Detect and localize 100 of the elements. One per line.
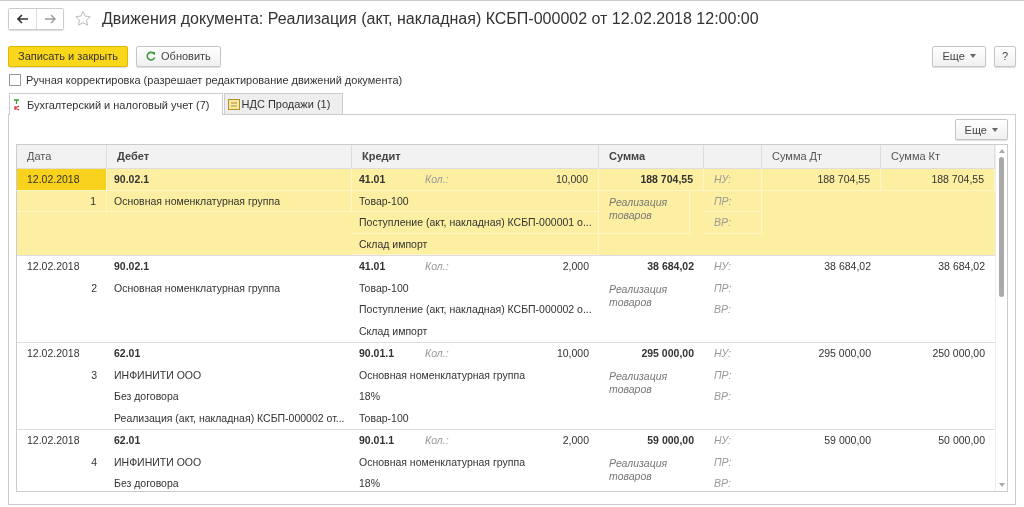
table-cell-text: 59 000,00 (823, 433, 872, 448)
table-cell: 188 704,55 (881, 169, 995, 191)
table-cell-text: Без договора (113, 476, 180, 491)
scroll-up-icon[interactable] (998, 149, 1005, 153)
table-cell-text: 295 000,00 (817, 346, 872, 361)
table-cell: 12.02.2018 (17, 169, 107, 191)
column-header: Сумма (599, 145, 704, 168)
table-cell-text: 295 000,00 (640, 346, 695, 361)
back-arrow-icon (16, 14, 29, 24)
table-cell-text: 90.02.1 (113, 259, 151, 274)
table-cell-text: ПР: (713, 367, 733, 383)
table-cell-text: 250 000,00 (931, 346, 986, 361)
table-cell-text: НУ: (713, 259, 732, 274)
register-icon (227, 98, 240, 110)
table-cell-text: 62.01 (113, 346, 142, 361)
credit-account: 41.01 (359, 259, 387, 274)
table-cell-text: 50 000,00 (937, 433, 986, 448)
table-cell: Товар-100 (352, 190, 599, 212)
table-cell-text: Реализация товаров (608, 281, 669, 310)
table-cell: ВР: (704, 212, 762, 234)
table-cell-text: 38 684,02 (823, 259, 872, 274)
table-cell: Склад импорт (352, 233, 599, 255)
quantity-label: Кол.: (425, 259, 449, 274)
table-cell-text: Товар-100 (358, 280, 410, 296)
table-cell-text: Склад импорт (358, 323, 429, 339)
table-cell-text: 38 684,02 (937, 259, 986, 274)
table-cell-text: Реализация товаров (608, 368, 669, 397)
table-cell-text: Товар-100 (358, 410, 410, 426)
table-cell-text: Основная номенклатурная группа (358, 367, 526, 383)
table-cell-text: 38 684,02 (646, 259, 695, 274)
table-cell-text: 18% (358, 476, 381, 491)
table-cell: 1 (17, 190, 107, 212)
back-button[interactable] (9, 9, 36, 29)
table-cell-text: 2 (90, 280, 98, 296)
forward-arrow-icon (44, 14, 56, 24)
checkbox-label: Ручная корректировка (разрешает редактирование движений документа) (26, 74, 403, 86)
quantity: 10,000 (554, 171, 588, 187)
table-cell-text: 3 (90, 367, 98, 383)
tab[interactable]: НДС Продажи (1) (223, 93, 344, 114)
column-header: Дебет (107, 145, 352, 168)
table-cell: Реализация товаров (599, 190, 690, 234)
table-cell: НУ: (704, 169, 762, 191)
quantity-label: Кол.: (425, 433, 449, 448)
quantity: 10,000 (555, 346, 589, 361)
table-cell-text: 12.02.2018 (26, 346, 81, 361)
table-cell-text: 4 (90, 454, 98, 470)
table-cell-text: Реализация товаров (608, 455, 669, 484)
table-cell: 188 704,55 (599, 169, 704, 191)
column-header: Дата (17, 145, 107, 168)
table-cell-text: ВР: (713, 389, 732, 404)
table-cell-text: 18% (358, 389, 381, 404)
checkbox[interactable] (9, 74, 21, 86)
caret-icon (969, 54, 976, 58)
quantity: 2,000 (561, 433, 589, 448)
table-more-button[interactable]: Еще (954, 119, 1008, 140)
refresh-icon (146, 51, 157, 61)
table-cell-text: ВР: (713, 476, 732, 491)
table-cell-text: Без договора (113, 389, 180, 404)
credit-account: 90.01.1 (359, 346, 396, 361)
column-header: Сумма Дт (762, 145, 881, 168)
table-cell-text: Поступление (акт, накладная) КСБП-000002 о... (358, 302, 593, 317)
scrollbar[interactable] (995, 145, 1007, 491)
quantity-label: Кол.: (425, 346, 449, 361)
table-cell: 188 704,55 (762, 169, 881, 191)
table-cell-text: ВР: (713, 302, 732, 317)
more-button[interactable]: Еще (932, 45, 986, 67)
quantity: 2,000 (561, 259, 589, 274)
save-and-close-button[interactable]: Записать и закрыть (8, 45, 129, 67)
table-cell-text: ПР: (713, 280, 733, 296)
tab[interactable]: Бухгалтерский и налоговый учет (7) (9, 93, 223, 115)
table-cell-text: 59 000,00 (646, 433, 695, 448)
window-title: Движения документа: Реализация (акт, накладная) КСБП-000002 от 12.02.2018 12:00:00 (102, 10, 759, 28)
refresh-button[interactable]: Обновить (136, 45, 221, 67)
table-row[interactable]: 12.02.2018 2 90.02.1 Основная номенклатурная группа 41.01 Кол.: 2,000 Товар-100 Поступление (акт, накладная) КСБП-000002 о... Склад импорт 38 684,02 Реализация товаров НУ: ПР: ВР: 38 684,02 38 684,02 (17, 256, 995, 343)
table-cell-text: ПР: (713, 454, 733, 470)
table-cell-text: 62.01 (113, 433, 142, 448)
table-cell-text: ИНФИНИТИ ООО (113, 367, 203, 383)
table-row[interactable]: 12.02.2018 4 62.01 ИНФИНИТИ ООО Без договора 90.01.1 Кол.: 2,000 Основная номенклатурная группа 18% 59 000,00 Реализация товаров НУ: ПР: ВР: 59 000,00 50 000,00 (17, 430, 995, 491)
table-row[interactable] (17, 169, 995, 256)
table-cell: ПР: (704, 190, 762, 212)
credit-account: 90.01.1 (359, 433, 396, 448)
credit-account: 41.01 (359, 171, 387, 187)
table-cell-text: ИНФИНИТИ ООО (113, 454, 203, 470)
table-cell-text: НУ: (713, 346, 732, 361)
quantity-label: Кол.: (425, 171, 449, 187)
table-cell-text: Основная номенклатурная группа (113, 280, 281, 296)
table-cell-text: 12.02.2018 (26, 259, 81, 274)
caret-icon (992, 127, 998, 132)
column-header: Сумма Кт (881, 145, 995, 168)
table-cell-text: Основная номенклатурная группа (358, 454, 526, 470)
table-cell: Основная номенклатурная группа (107, 190, 352, 212)
table-cell: 90.02.1 (107, 169, 352, 191)
table-cell-text: НУ: (713, 433, 732, 448)
help-button[interactable]: ? (993, 45, 1016, 67)
scroll-down-icon[interactable] (998, 483, 1005, 487)
column-header: Кредит (352, 145, 599, 168)
table-cell-text: Реализация (акт, накладная) КСБП-000002 от... (113, 410, 346, 426)
table-cell: Поступление (акт, накладная) КСБП-000001 о... (352, 212, 599, 234)
table-cell-text: 12.02.2018 (26, 433, 81, 448)
star-icon[interactable] (74, 10, 92, 28)
